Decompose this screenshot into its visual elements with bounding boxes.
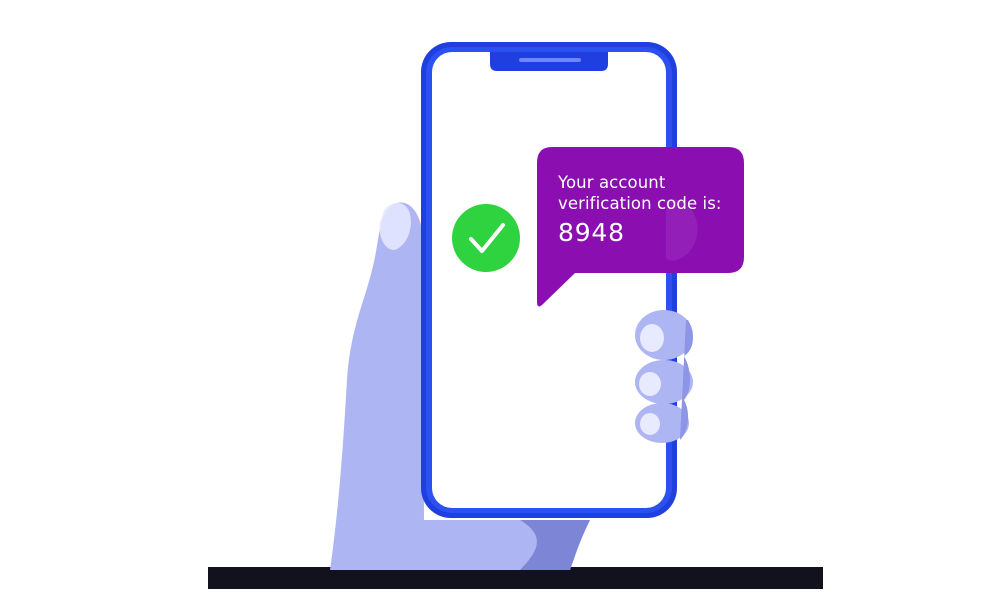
phone-illustration bbox=[208, 42, 823, 589]
fingernail-2 bbox=[639, 372, 661, 396]
fingernail-3 bbox=[640, 413, 660, 435]
phone-speaker bbox=[519, 58, 581, 62]
message-text: Your account verification code is: 8948 bbox=[558, 172, 743, 247]
verification-code: 8948 bbox=[558, 218, 625, 247]
fingernail-1 bbox=[640, 324, 664, 352]
check-circle-icon bbox=[452, 204, 520, 272]
message-line-2: verification code is: bbox=[558, 194, 722, 213]
fingers bbox=[635, 310, 693, 443]
message-line-1: Your account bbox=[558, 173, 666, 192]
illustration-stage: Your account verification code is: 8948 bbox=[0, 0, 1000, 600]
ground-shadow bbox=[208, 567, 823, 589]
